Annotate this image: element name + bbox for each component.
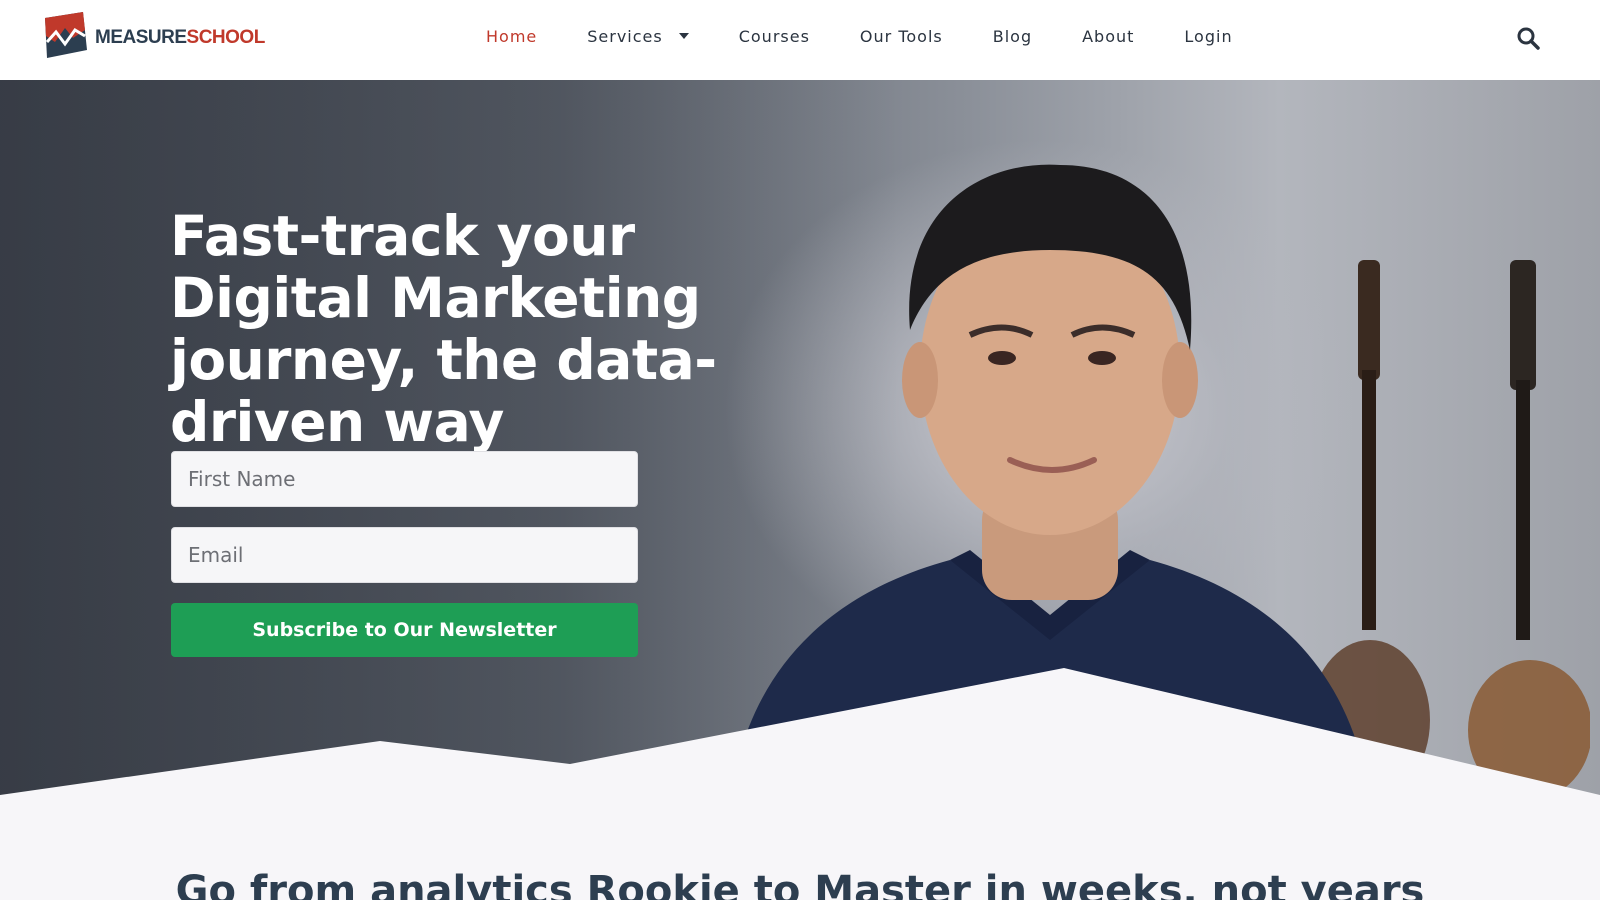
logo[interactable]: MEASURESCHOOL [43,12,265,64]
guitar-image [1468,260,1590,800]
logo-mark-icon [45,12,87,58]
nav-about[interactable]: About [1082,27,1144,46]
search-icon[interactable] [1516,26,1540,50]
nav-login-label: Login [1184,26,1233,46]
nav-blog[interactable]: Blog [993,27,1042,46]
main-nav: Home Services Courses Our Tools Blog Abo… [486,0,1283,72]
subscribe-button[interactable]: Subscribe to Our Newsletter [171,603,638,657]
nav-our-tools-label: Our Tools [859,26,943,46]
nav-courses[interactable]: Courses [739,27,820,46]
logo-text: MEASURESCHOOL [95,27,265,49]
first-name-input[interactable] [171,451,638,507]
nav-courses-label: Courses [738,26,810,46]
section-heading: Go from analytics Rookie to Master in we… [175,868,1425,900]
chevron-down-icon [678,33,689,39]
site-header: MEASURESCHOOL Home Services Courses Our … [0,0,1600,80]
nav-home-label: Home [486,26,538,46]
email-input[interactable] [171,527,638,583]
hero-headline: Fast-track your Digital Marketing journe… [170,204,717,454]
nav-our-tools[interactable]: Our Tools [860,27,953,46]
nav-login[interactable]: Login [1184,27,1242,46]
hero-section: Fast-track your Digital Marketing journe… [0,80,1600,800]
nav-services[interactable]: Services [587,27,698,46]
nav-services-label: Services [587,26,663,46]
nav-home[interactable]: Home [486,27,547,46]
logo-text-school: SCHOOL [186,27,266,48]
logo-text-measure: MEASURE [95,27,187,48]
nav-about-label: About [1082,26,1135,46]
nav-blog-label: Blog [992,26,1033,46]
